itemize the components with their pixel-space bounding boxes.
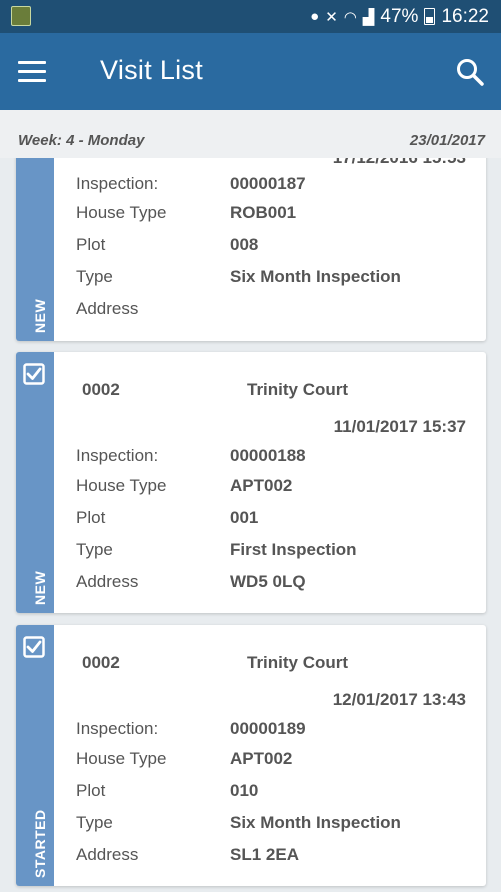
status-label: STARTED [32, 809, 48, 878]
search-icon[interactable] [455, 57, 485, 87]
visit-card[interactable]: STARTED 0002 Trinity Court 12/01/2017 13… [16, 625, 486, 886]
visit-datetime: 12/01/2017 13:43 [332, 690, 466, 709]
type-label: Type [76, 813, 113, 832]
plot-value: 001 [230, 508, 259, 527]
status-icons: ● ✕ ◠ ▟ 47% 16:22 [310, 6, 501, 28]
status-label: NEW [32, 298, 48, 333]
house-type-label: House Type [76, 476, 167, 495]
status-label: NEW [32, 570, 48, 605]
visit-details: 0002 Trinity Court 11/01/2017 15:37 Insp… [76, 352, 486, 613]
week-label: Week: 4 - Monday [18, 132, 145, 149]
site-name: Trinity Court [247, 653, 349, 672]
plot-value: 008 [230, 235, 259, 254]
visit-details: 0002 Trinity Court 12/01/2017 13:43 Insp… [76, 625, 486, 886]
address-value: WD5 0LQ [230, 572, 306, 591]
address-label: Address [76, 572, 139, 591]
house-type-label: House Type [76, 203, 167, 222]
house-type-value: APT002 [230, 749, 293, 768]
visit-ref: 0002 [82, 653, 120, 672]
inspection-label: Inspection: [76, 174, 159, 193]
status-bar: ● ✕ ◠ ▟ 47% 16:22 [0, 0, 501, 33]
house-type-value: APT002 [230, 476, 293, 495]
battery-percent: 47% [380, 5, 419, 27]
mute-icon: ✕ [325, 8, 338, 26]
type-value: Six Month Inspection [230, 813, 401, 832]
signal-icon: ▟ [362, 8, 375, 26]
inspection-value: 00000187 [230, 174, 306, 193]
address-label: Address [76, 845, 139, 864]
inspection-label: Inspection: [76, 719, 159, 738]
menu-icon[interactable] [18, 61, 46, 83]
address-value: SL1 2EA [230, 845, 299, 864]
type-label: Type [76, 540, 113, 559]
type-label: Type [76, 267, 113, 286]
week-header-overlay: Week: 4 - Monday 23/01/2017 [0, 110, 501, 158]
house-type-label: House Type [76, 749, 167, 768]
checkbox-icon[interactable] [23, 636, 45, 658]
plot-value: 010 [230, 781, 259, 800]
wifi-icon: ◠ [343, 8, 357, 26]
site-name: Trinity Court [247, 380, 349, 399]
battery-icon [424, 8, 436, 25]
type-value: First Inspection [230, 540, 357, 559]
visit-details: 17/12/2016 15:53 Inspection: 00000187 Ho… [76, 148, 486, 341]
app-notification-icon [11, 6, 31, 26]
page-title: Visit List [100, 55, 204, 85]
visit-card[interactable]: NEW 17/12/2016 15:53 Inspection: 0000018… [16, 148, 486, 341]
plot-label: Plot [76, 508, 106, 527]
visit-datetime: 11/01/2017 15:37 [333, 417, 466, 436]
status-strip: NEW [16, 148, 54, 341]
location-icon: ● [310, 8, 320, 25]
inspection-value: 00000188 [230, 446, 306, 465]
address-label: Address [76, 299, 139, 318]
status-strip: STARTED [16, 625, 54, 886]
inspection-label: Inspection: [76, 446, 159, 465]
visit-ref: 0002 [82, 380, 120, 399]
app-bar: Visit List [0, 33, 501, 110]
type-value: Six Month Inspection [230, 267, 401, 286]
plot-label: Plot [76, 781, 106, 800]
plot-label: Plot [76, 235, 106, 254]
visit-card[interactable]: NEW 0002 Trinity Court 11/01/2017 15:37 … [16, 352, 486, 613]
status-time: 16:22 [441, 5, 489, 27]
week-date: 23/01/2017 [409, 132, 485, 149]
status-strip: NEW [16, 352, 54, 613]
house-type-value: ROB001 [230, 203, 297, 222]
checkbox-icon[interactable] [23, 363, 45, 385]
inspection-value: 00000189 [230, 719, 306, 738]
